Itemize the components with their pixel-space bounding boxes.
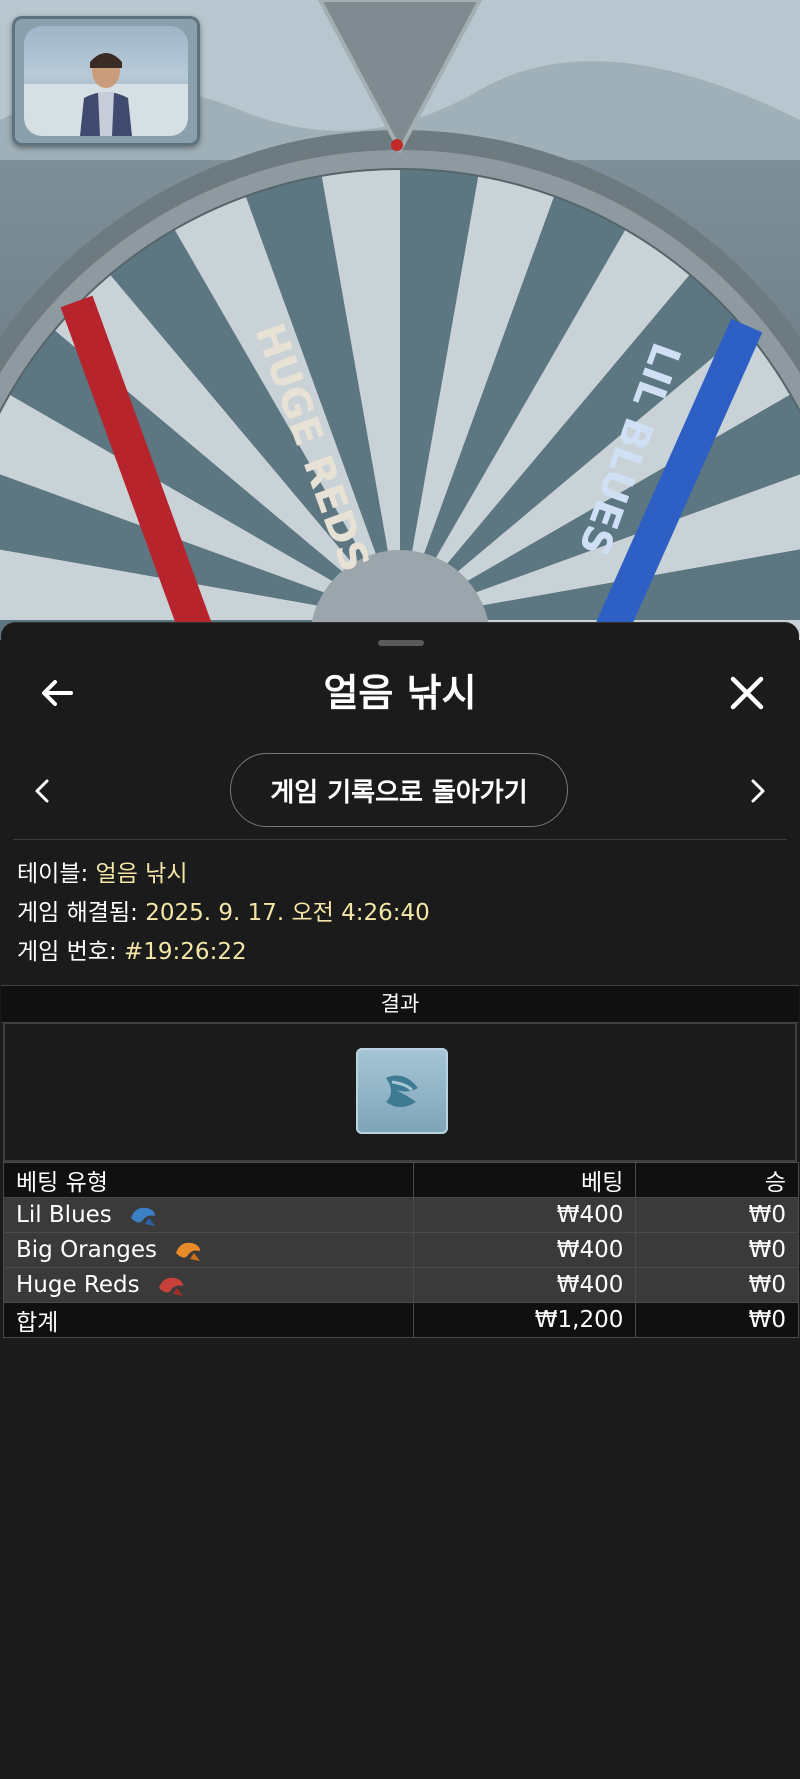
bet-type-label: Lil Blues: [16, 1202, 112, 1228]
resolved-value: 2025. 9. 17. 오전 4:26:40: [145, 900, 430, 926]
orange-fish-icon: [176, 1242, 201, 1261]
dealer-avatar: [24, 53, 188, 136]
bet-type-label: Big Oranges: [16, 1237, 158, 1263]
dealer-video-frame[interactable]: [12, 16, 200, 146]
bets-table: 베팅 유형 베팅 승 Lil Blues ₩400 ₩0 Big Oranges: [3, 1162, 799, 1338]
game-info: 테이블: 얼음 낚시 게임 해결됨: 2025. 9. 17. 오전 4:26:…: [17, 855, 430, 972]
total-win: ₩0: [635, 1302, 799, 1338]
chevron-right-icon[interactable]: [737, 771, 777, 811]
table-value: 얼음 낚시: [95, 861, 188, 887]
sheet-title: 얼음 낚시: [323, 671, 477, 715]
red-fish-icon: [158, 1277, 183, 1296]
chevron-left-icon[interactable]: [23, 771, 63, 811]
back-to-history-button[interactable]: 게임 기록으로 돌아가기: [230, 753, 568, 827]
sheet-header: 얼음 낚시: [1, 663, 799, 723]
bet-amount: ₩400: [412, 1267, 637, 1303]
game-id-label: 게임 번호:: [17, 939, 117, 965]
col-win: 승: [635, 1162, 799, 1198]
history-nav: 게임 기록으로 돌아가기: [1, 751, 799, 831]
total-label: 합계: [3, 1302, 414, 1338]
result-box: [3, 1022, 797, 1162]
divider: [13, 839, 787, 840]
bet-type-label: Huge Reds: [16, 1272, 140, 1298]
table-row: Huge Reds ₩400 ₩0: [3, 1267, 799, 1303]
game-id-info-row: 게임 번호: #19:26:22: [17, 933, 430, 972]
close-icon[interactable]: [725, 671, 769, 715]
total-row: 합계 ₩1,200 ₩0: [3, 1302, 799, 1338]
result-header: 결과: [1, 985, 799, 1023]
blue-fish-icon: [131, 1207, 156, 1226]
result-tile: [356, 1048, 448, 1134]
table-info-row: 테이블: 얼음 낚시: [17, 855, 430, 894]
table-row: Lil Blues ₩400 ₩0: [3, 1197, 799, 1233]
bet-amount: ₩400: [412, 1232, 637, 1268]
resolved-info-row: 게임 해결됨: 2025. 9. 17. 오전 4:26:40: [17, 894, 430, 933]
win-amount: ₩0: [635, 1267, 799, 1303]
game-id-value: #19:26:22: [124, 939, 247, 965]
table-label: 테이블:: [17, 861, 89, 887]
leaf-icon: [386, 1075, 418, 1107]
col-bet: 베팅: [412, 1162, 637, 1198]
resolved-label: 게임 해결됨:: [17, 900, 138, 926]
bet-amount: ₩400: [412, 1197, 637, 1233]
table-row: Big Oranges ₩400 ₩0: [3, 1232, 799, 1268]
col-bet-type: 베팅 유형: [3, 1162, 414, 1198]
dealer-video: [24, 26, 188, 136]
win-amount: ₩0: [635, 1232, 799, 1268]
table-header-row: 베팅 유형 베팅 승: [3, 1162, 799, 1198]
game-details-sheet: 얼음 낚시 게임 기록으로 돌아가기 테이블: 얼음 낚시 게임 해결됨: 20…: [1, 622, 799, 1779]
game-background: HUGE REDS LIL BLUES: [0, 0, 800, 640]
drag-handle[interactable]: [378, 640, 424, 646]
total-bet: ₩1,200: [412, 1302, 637, 1338]
win-amount: ₩0: [635, 1197, 799, 1233]
